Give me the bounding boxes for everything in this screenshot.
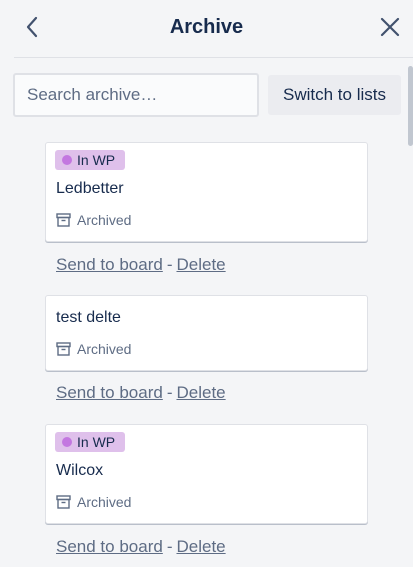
close-button[interactable] (377, 14, 403, 40)
archived-badge-text: Archived (77, 341, 132, 357)
delete-link[interactable]: Delete (176, 383, 225, 402)
archive-header: Archive (0, 0, 413, 58)
archived-card[interactable]: In WP Ledbetter Archived (45, 142, 368, 242)
card-label-text: In WP (77, 152, 116, 168)
label-dot (62, 155, 72, 165)
switch-to-lists-button[interactable]: Switch to lists (268, 75, 401, 115)
action-separator: - (166, 537, 173, 556)
archived-badge: Archived (56, 341, 131, 357)
archive-box-icon (56, 495, 71, 509)
send-to-board-link[interactable]: Send to board (56, 537, 163, 556)
archived-badge: Archived (56, 212, 131, 228)
delete-link[interactable]: Delete (176, 537, 225, 556)
archived-badge-text: Archived (77, 494, 132, 510)
scrollbar-thumb[interactable] (408, 66, 413, 146)
page-title: Archive (169, 16, 244, 38)
card-title: Wilcox (56, 462, 104, 479)
action-separator: - (166, 383, 173, 402)
card-title: test delte (56, 309, 121, 326)
search-archive-input[interactable] (13, 73, 259, 117)
header-divider (14, 57, 413, 58)
send-to-board-link[interactable]: Send to board (56, 255, 163, 274)
archive-box-icon (56, 213, 71, 227)
close-icon (380, 17, 400, 37)
card-label: In WP (55, 150, 126, 170)
card-title: Ledbetter (56, 180, 124, 197)
archive-box-icon (56, 342, 71, 356)
archived-card[interactable]: In WP Wilcox Archived (45, 424, 368, 524)
label-dot (62, 437, 72, 447)
card-actions: Send to board - Delete (56, 383, 226, 403)
action-separator: - (166, 255, 173, 274)
card-actions: Send to board - Delete (56, 255, 226, 275)
card-label-text: In WP (77, 434, 116, 450)
archived-badge-text: Archived (77, 212, 132, 228)
card-label: In WP (55, 432, 126, 452)
archived-badge: Archived (56, 494, 131, 510)
archived-card[interactable]: test delte Archived (45, 295, 368, 371)
send-to-board-link[interactable]: Send to board (56, 383, 163, 402)
card-actions: Send to board - Delete (56, 537, 226, 557)
delete-link[interactable]: Delete (176, 255, 225, 274)
